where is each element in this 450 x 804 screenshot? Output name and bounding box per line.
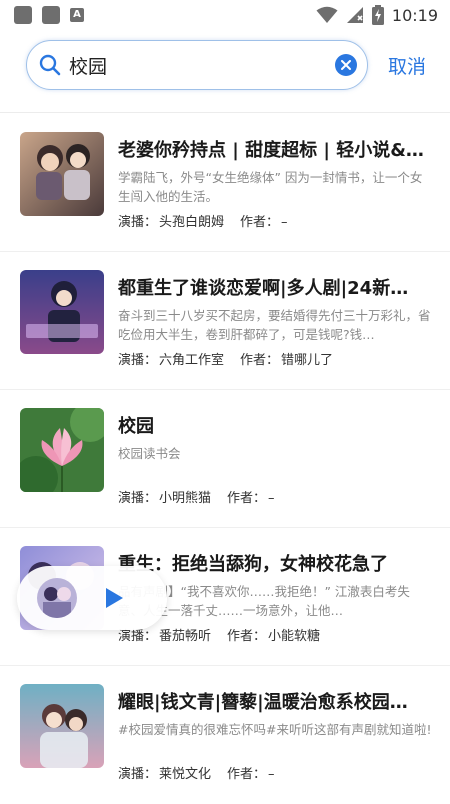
- narrator-name: 六角工作室: [159, 353, 225, 368]
- item-title: 重生：拒绝当舔狗，女神校花急了: [118, 554, 388, 575]
- list-item[interactable]: 校园 校园读书会 演播： 小明熊猫 作者： –: [0, 390, 450, 528]
- search-input[interactable]: 校园: [69, 52, 335, 79]
- narrator-label: 演播：: [118, 353, 158, 368]
- item-description: 校园读书会: [118, 446, 181, 461]
- notification-square-icon: [14, 6, 32, 24]
- signal-icon: [346, 7, 363, 23]
- author-name: –: [268, 491, 275, 506]
- item-title: 校园: [118, 416, 154, 437]
- status-bar: A 10:19: [0, 0, 450, 30]
- narrator-label: 演播：: [118, 491, 158, 506]
- author-label: 作者：: [227, 629, 267, 644]
- a-badge-icon: A: [70, 8, 84, 22]
- author-name: 小能软糖: [268, 629, 321, 644]
- author-name: 错哪儿了: [281, 353, 334, 368]
- search-bar-row: 校园 取消: [0, 34, 450, 96]
- item-meta: 演播： 头孢白朗姆 作者： –: [118, 211, 288, 230]
- status-time: 10:19: [391, 5, 438, 25]
- item-meta: 演播： 莱悦文化 作者： –: [118, 763, 275, 782]
- close-icon: [341, 60, 351, 70]
- results-list: 老婆你矜持点 | 甜度超标 | 轻小说&… 学霸陆飞，外号“女生绝缘体” 因为一…: [0, 114, 450, 804]
- item-description: #校园爱情真的很难忘怀吗#来听听这部有声剧就知道啦!: [118, 722, 432, 737]
- search-box[interactable]: 校园: [26, 40, 368, 90]
- item-description: 奋斗到三十八岁买不起房，要结婚得先付三十万彩礼，省吃俭用大半生，卷到肝都碎了，可…: [118, 308, 431, 342]
- author-label: 作者：: [240, 353, 280, 368]
- item-meta: 演播： 小明熊猫 作者： –: [118, 487, 275, 506]
- cover-image: [20, 408, 104, 492]
- narrator-label: 演播：: [118, 215, 158, 230]
- wifi-icon: [316, 6, 338, 23]
- author-label: 作者：: [227, 767, 267, 782]
- narrator-name: 莱悦文化: [159, 767, 212, 782]
- play-button[interactable]: [103, 587, 125, 609]
- divider: [0, 112, 450, 113]
- item-title: 耀眼|钱文青|簪藜|温暖治愈系校园…: [118, 692, 408, 713]
- narrator-name: 番茄畅听: [159, 629, 212, 644]
- narrator-label: 演播：: [118, 767, 158, 782]
- play-icon: [106, 588, 123, 608]
- author-name: –: [281, 215, 288, 230]
- item-title: 老婆你矜持点 | 甜度超标 | 轻小说&…: [118, 140, 424, 161]
- search-icon: [39, 54, 61, 76]
- item-meta: 演播： 六角工作室 作者： 错哪儿了: [118, 349, 333, 368]
- list-item[interactable]: 耀眼|钱文青|簪藜|温暖治愈系校园… #校园爱情真的很难忘怀吗#来听听这部有声剧…: [0, 666, 450, 804]
- narrator-name: 头孢白朗姆: [159, 215, 225, 230]
- narrator-label: 演播：: [118, 629, 158, 644]
- list-item[interactable]: 都重生了谁谈恋爱啊|多人剧|24新… 奋斗到三十八岁买不起房，要结婚得先付三十万…: [0, 252, 450, 390]
- item-meta: 演播： 番茄畅听 作者： 小能软糖: [118, 625, 320, 644]
- item-title: 都重生了谁谈恋爱啊|多人剧|24新…: [118, 278, 409, 299]
- list-item[interactable]: 老婆你矜持点 | 甜度超标 | 轻小说&… 学霸陆飞，外号“女生绝缘体” 因为一…: [0, 114, 450, 252]
- cover-image: [20, 132, 104, 216]
- clear-search-button[interactable]: [335, 54, 357, 76]
- notification-square-icon: [42, 6, 60, 24]
- narrator-name: 小明熊猫: [159, 491, 212, 506]
- mini-player[interactable]: [17, 566, 167, 630]
- cancel-button[interactable]: 取消: [388, 52, 426, 79]
- item-description: 学霸陆飞，外号“女生绝缘体” 因为一封情书，让一个女生闯入他的生活。: [118, 170, 423, 204]
- cover-image: [20, 684, 104, 768]
- mini-player-cover[interactable]: [37, 578, 77, 618]
- battery-charging-icon: [371, 5, 384, 25]
- cover-image: [20, 270, 104, 354]
- author-label: 作者：: [227, 491, 267, 506]
- author-label: 作者：: [240, 215, 280, 230]
- author-name: –: [268, 767, 275, 782]
